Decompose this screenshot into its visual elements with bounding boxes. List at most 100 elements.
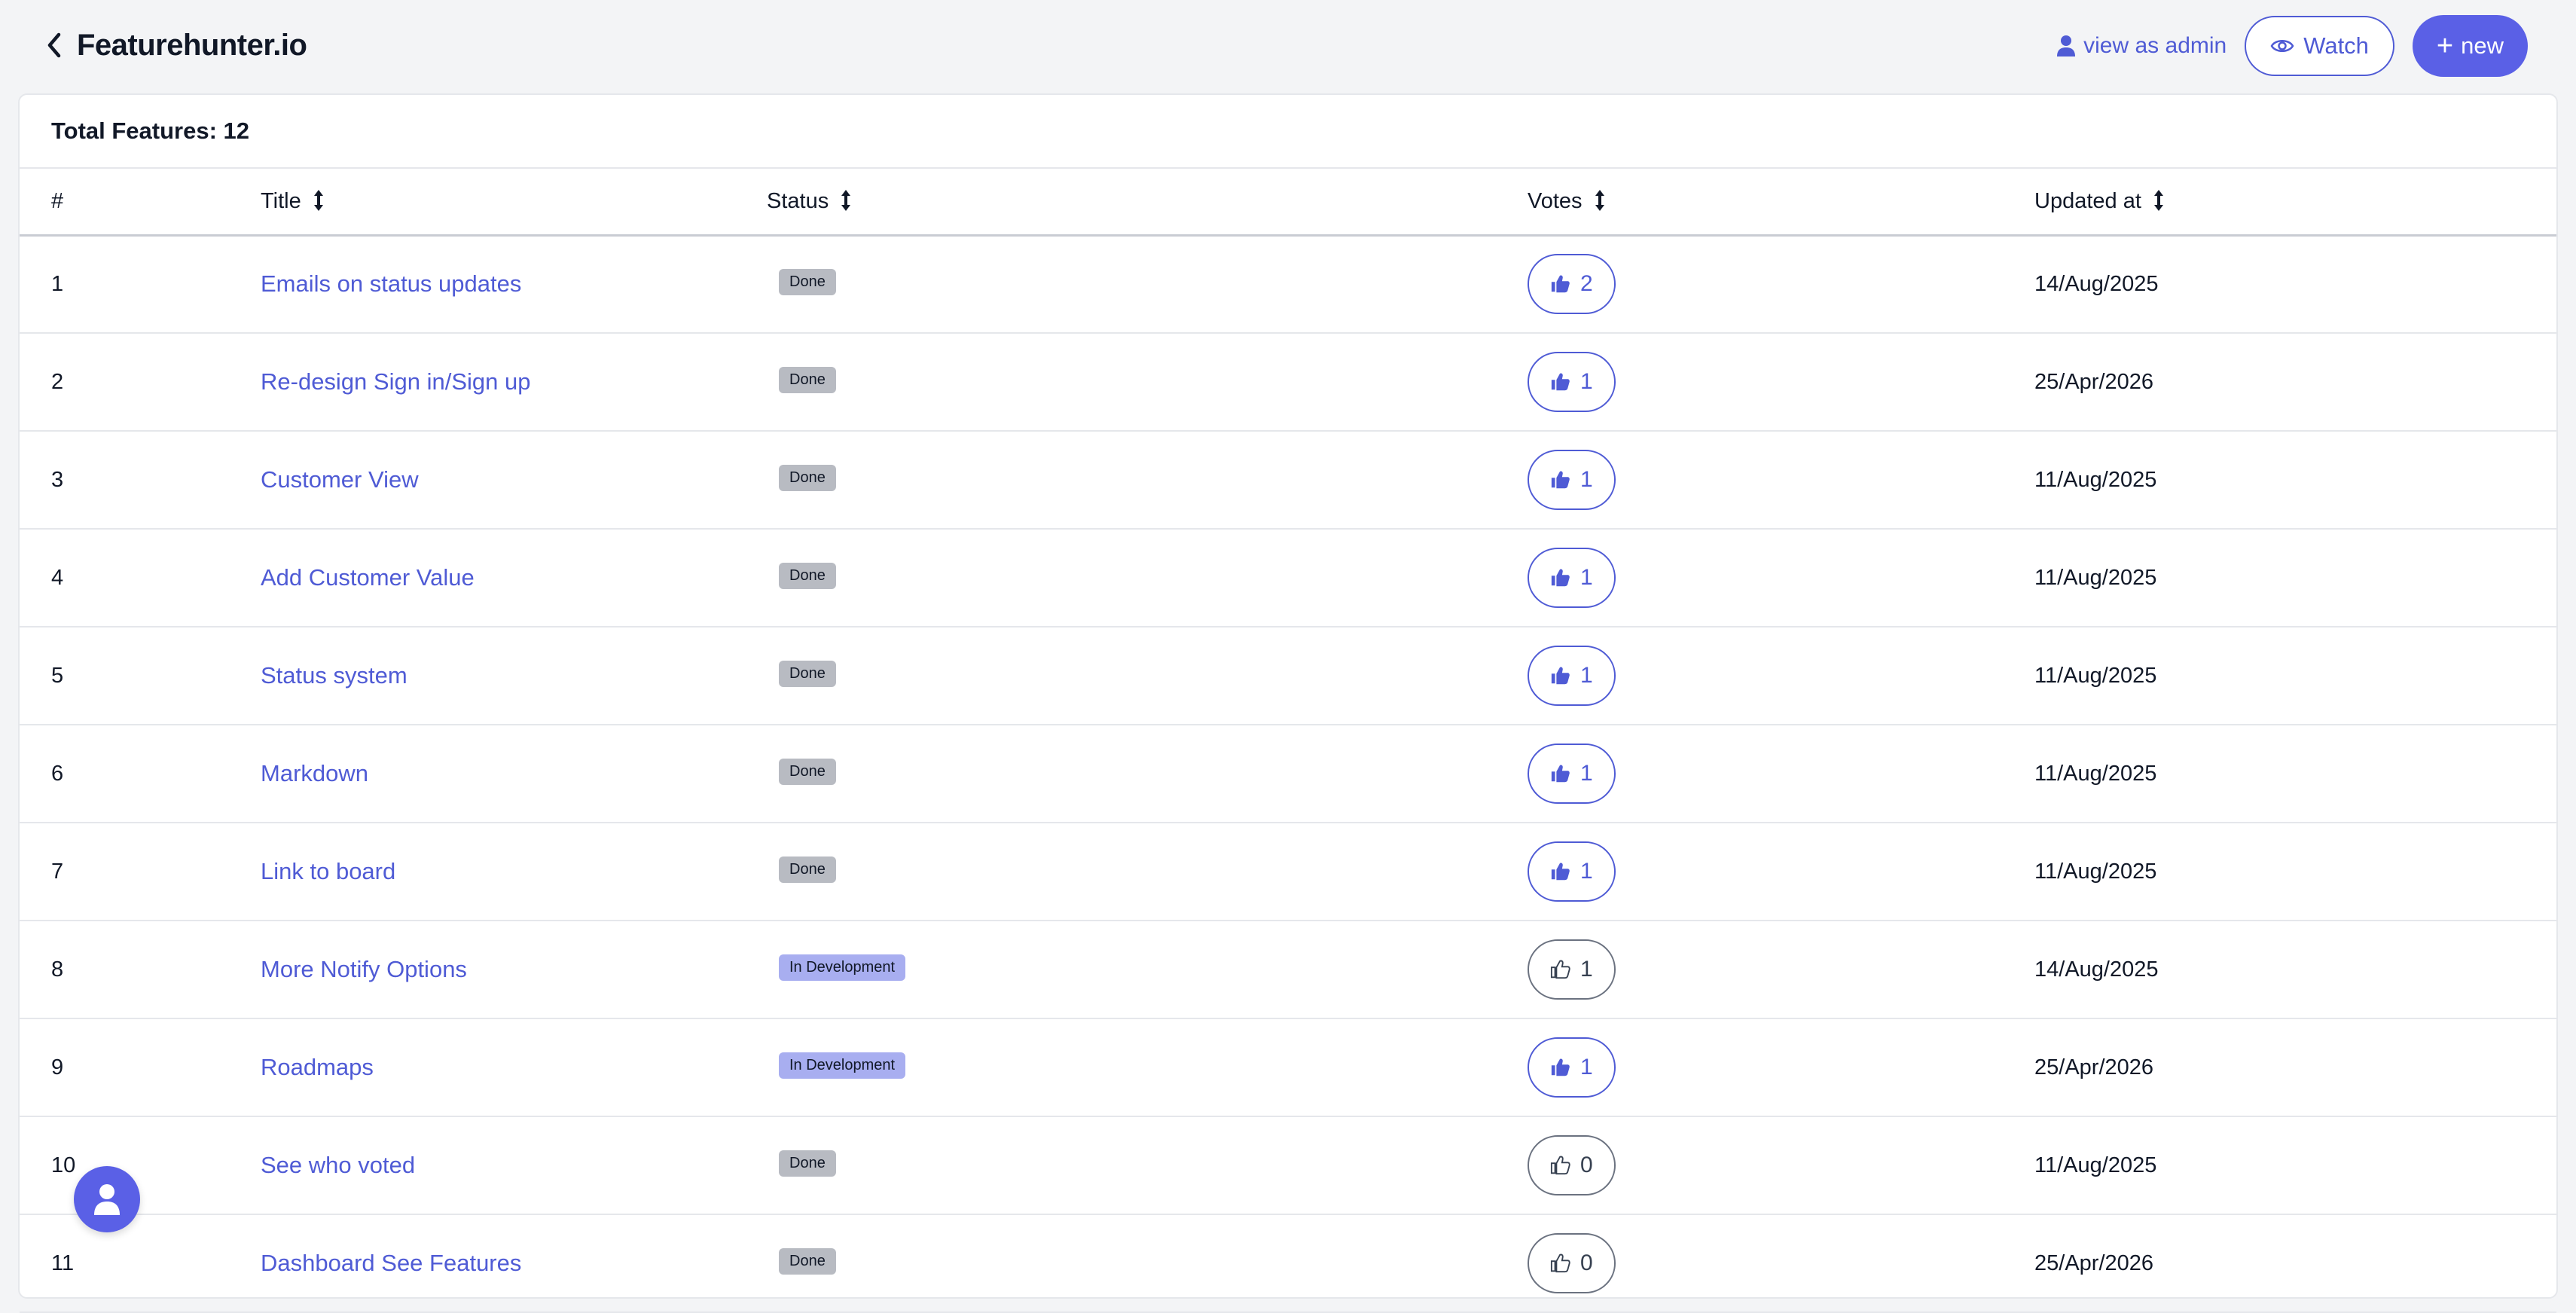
table-row: 8 More Notify Options In Development 1 14/Au…	[20, 921, 2556, 1019]
feature-title-link[interactable]: See who voted	[261, 1152, 415, 1178]
row-votes-cell: 1	[1528, 529, 2034, 627]
vote-count: 1	[1580, 663, 1593, 688]
vote-button[interactable]: 1	[1528, 548, 1616, 608]
thumbs-up-icon	[1550, 1253, 1570, 1273]
row-number: 1	[20, 235, 261, 334]
vote-button[interactable]: 0	[1528, 1135, 1616, 1195]
vote-count: 0	[1580, 1250, 1593, 1275]
user-icon	[94, 1184, 120, 1215]
status-badge: In Development	[779, 1052, 906, 1079]
feature-title-link[interactable]: Customer View	[261, 466, 419, 493]
vote-button[interactable]: 1	[1528, 939, 1616, 1000]
sort-icon	[841, 190, 851, 212]
row-status-cell: Done	[767, 1214, 1528, 1313]
features-table: # Title Status Votes Updated at 1 Emails…	[20, 169, 2556, 1313]
column-header-votes[interactable]: Votes	[1528, 169, 2034, 237]
row-status-cell: Done	[767, 1116, 1528, 1215]
row-status-cell: Done	[767, 333, 1528, 432]
status-badge: In Development	[779, 954, 906, 981]
thumbs-up-icon	[1551, 765, 1570, 783]
watch-button[interactable]: Watch	[2245, 16, 2394, 76]
status-badge: Done	[779, 268, 836, 295]
row-votes-cell: 0	[1528, 1214, 2034, 1313]
row-title-cell: Customer View	[261, 431, 767, 530]
watch-label: Watch	[2303, 32, 2369, 59]
row-updated: 25/Apr/2026	[2034, 1018, 2556, 1117]
row-status-cell: Done	[767, 431, 1528, 530]
row-title-cell: Markdown	[261, 725, 767, 823]
vote-count: 1	[1580, 1055, 1593, 1079]
row-votes-cell: 0	[1528, 1116, 2034, 1215]
top-bar: Featurehunter.io view as admin Watch + n…	[0, 0, 2576, 90]
table-row: 3 Customer View Done 1 11/Aug/2025	[20, 431, 2556, 530]
status-badge: Done	[779, 562, 836, 589]
column-votes-label: Votes	[1528, 189, 1583, 214]
row-number: 10	[20, 1116, 261, 1215]
row-updated: 14/Aug/2025	[2034, 921, 2556, 1019]
row-title-cell: Emails on status updates	[261, 235, 767, 334]
thumbs-up-icon	[1551, 471, 1570, 489]
row-title-cell: Status system	[261, 627, 767, 725]
thumbs-up-icon	[1551, 1058, 1570, 1076]
status-badge: Done	[779, 1150, 836, 1177]
feature-title-link[interactable]: Re-design Sign in/Sign up	[261, 368, 530, 395]
vote-count: 1	[1580, 369, 1593, 394]
new-label: new	[2461, 32, 2504, 59]
vote-count: 1	[1580, 467, 1593, 492]
vote-button[interactable]: 1	[1528, 1037, 1616, 1098]
status-badge: Done	[779, 856, 836, 883]
table-row: 6 Markdown Done 1 11/Aug/2025	[20, 725, 2556, 823]
thumbs-up-icon	[1551, 275, 1570, 293]
thumbs-up-icon	[1551, 667, 1570, 685]
back-link[interactable]: Featurehunter.io	[44, 23, 307, 68]
table-row: 11 Dashboard See Features Done 0 25/Apr/2026	[20, 1214, 2556, 1313]
feature-title-link[interactable]: Emails on status updates	[261, 270, 521, 297]
row-number: 8	[20, 921, 261, 1019]
row-number: 5	[20, 627, 261, 725]
feature-title-link[interactable]: Markdown	[261, 760, 368, 786]
row-updated: 25/Apr/2026	[2034, 333, 2556, 432]
row-votes-cell: 2	[1528, 235, 2034, 334]
row-status-cell: Done	[767, 725, 1528, 823]
feature-title-link[interactable]: Roadmaps	[261, 1054, 374, 1080]
vote-button[interactable]: 1	[1528, 450, 1616, 510]
feature-title-link[interactable]: Status system	[261, 662, 407, 689]
vote-button[interactable]: 1	[1528, 352, 1616, 412]
feature-title-link[interactable]: More Notify Options	[261, 956, 467, 982]
status-badge: Done	[779, 464, 836, 491]
feature-title-link[interactable]: Add Customer Value	[261, 564, 475, 591]
plus-icon: +	[2436, 30, 2454, 62]
table-row: 7 Link to board Done 1 11/Aug/2025	[20, 823, 2556, 921]
feature-title-link[interactable]: Link to board	[261, 858, 395, 884]
header-actions: view as admin Watch + new	[2056, 14, 2528, 78]
vote-count: 0	[1580, 1153, 1593, 1177]
row-status-cell: Done	[767, 627, 1528, 725]
view-as-admin-link[interactable]: view as admin	[2056, 33, 2227, 59]
vote-button[interactable]: 1	[1528, 646, 1616, 706]
new-feature-button[interactable]: + new	[2412, 15, 2528, 77]
row-number: 6	[20, 725, 261, 823]
vote-count: 1	[1580, 957, 1593, 982]
column-header-updated[interactable]: Updated at	[2034, 169, 2556, 237]
vote-button[interactable]: 2	[1528, 254, 1616, 315]
row-updated: 14/Aug/2025	[2034, 235, 2556, 334]
vote-button[interactable]: 1	[1528, 841, 1616, 902]
eye-icon	[2270, 40, 2294, 52]
row-title-cell: Roadmaps	[261, 1018, 767, 1117]
column-header-title[interactable]: Title	[261, 169, 767, 237]
status-badge: Done	[779, 366, 836, 393]
row-title-cell: More Notify Options	[261, 921, 767, 1019]
vote-button[interactable]: 1	[1528, 744, 1616, 804]
row-number: 3	[20, 431, 261, 530]
feature-title-link[interactable]: Dashboard See Features	[261, 1250, 521, 1276]
vote-count: 1	[1580, 761, 1593, 786]
status-badge: Done	[779, 660, 836, 687]
row-status-cell: Done	[767, 823, 1528, 921]
table-row: 9 Roadmaps In Development 1 25/Apr/2026	[20, 1018, 2556, 1117]
profile-fab[interactable]	[74, 1166, 140, 1232]
row-votes-cell: 1	[1528, 333, 2034, 432]
row-updated: 25/Apr/2026	[2034, 1214, 2556, 1313]
column-title-label: Title	[261, 189, 301, 214]
column-header-status[interactable]: Status	[767, 169, 1528, 237]
vote-button[interactable]: 0	[1528, 1233, 1616, 1293]
